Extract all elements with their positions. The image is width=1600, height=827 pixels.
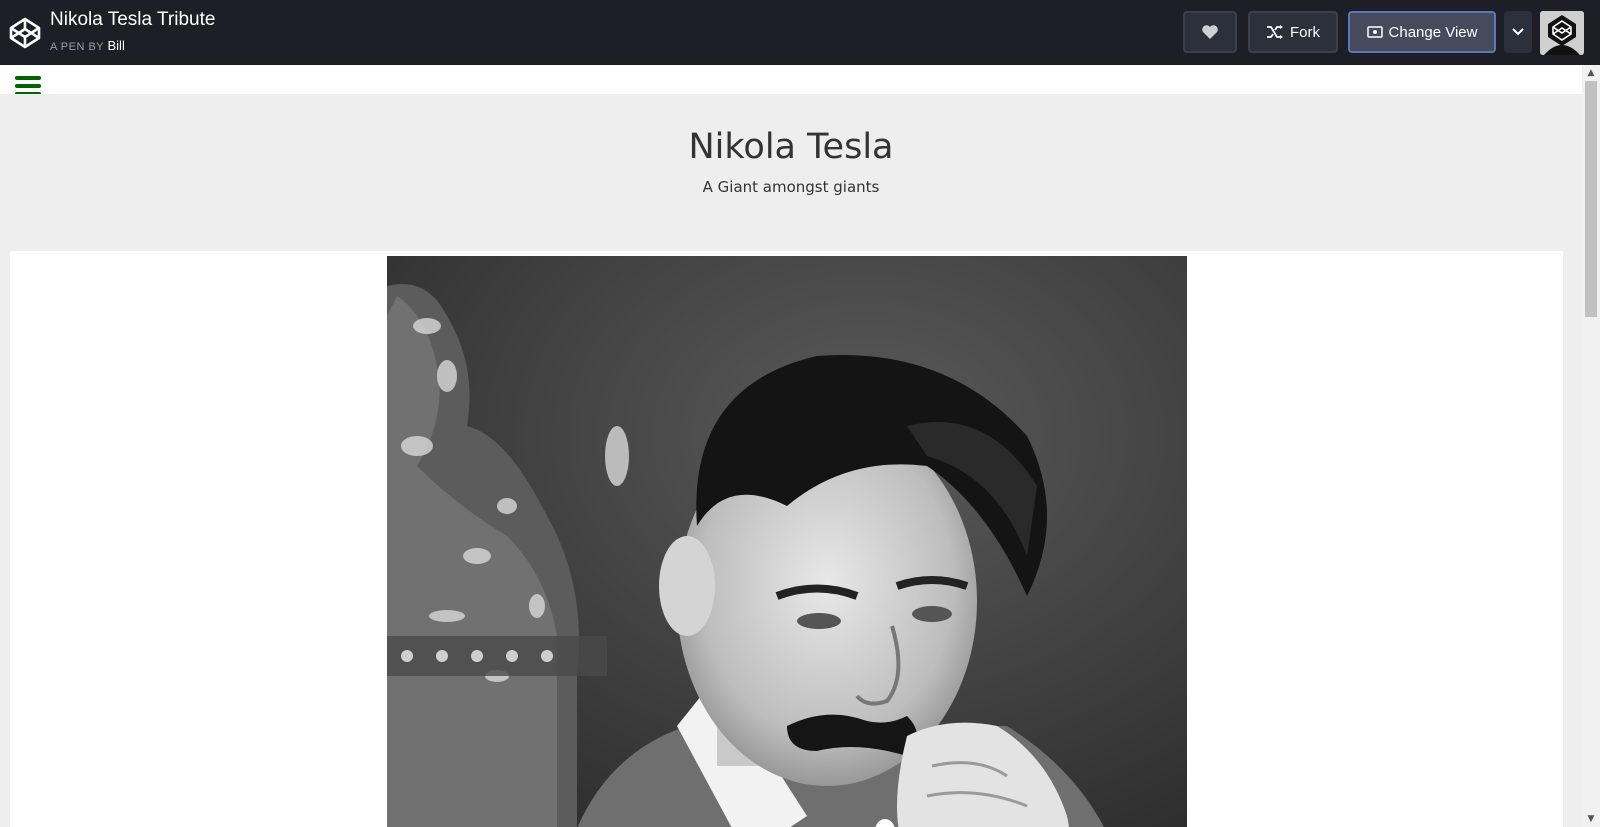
- page-title: Nikola Tesla: [688, 127, 894, 167]
- tribute-section: Nikola Tesla A Giant amongst giants: [0, 94, 1582, 827]
- user-avatar[interactable]: [1540, 11, 1584, 55]
- pen-title[interactable]: Nikola Tesla Tribute: [50, 9, 215, 31]
- scroll-up-arrow-icon[interactable]: ▲: [1582, 65, 1600, 81]
- image-card: [10, 251, 1563, 827]
- fork-button[interactable]: Fork: [1248, 11, 1338, 53]
- nav-bar: [0, 65, 1582, 96]
- scrollbar-thumb[interactable]: [1585, 81, 1597, 317]
- preview-scrollbar[interactable]: ▲ ▼: [1582, 65, 1600, 827]
- pen-author-line: A PEN BY Bill: [50, 38, 125, 53]
- change-view-button[interactable]: Change View: [1348, 11, 1496, 53]
- author-link[interactable]: Bill: [108, 38, 125, 53]
- change-view-label: Change View: [1388, 23, 1478, 41]
- chevron-down-icon: [1512, 28, 1524, 36]
- tesla-portrait-image: [387, 256, 1187, 827]
- pen-preview: Nikola Tesla A Giant amongst giants: [0, 65, 1582, 827]
- avatar-image: [1540, 11, 1584, 55]
- fork-icon: [1267, 25, 1283, 39]
- page-subtitle: A Giant amongst giants: [702, 178, 880, 196]
- heart-button[interactable]: [1183, 11, 1237, 53]
- codepen-logo-icon[interactable]: [8, 16, 42, 50]
- pen-by-prefix: A PEN BY: [50, 41, 104, 53]
- codepen-header: Nikola Tesla Tribute A PEN BY Bill Fork …: [0, 0, 1600, 65]
- change-view-icon: [1366, 26, 1383, 38]
- heart-icon: [1202, 25, 1218, 39]
- scroll-down-arrow-icon[interactable]: ▼: [1582, 811, 1600, 827]
- portrait-photo: [387, 256, 1187, 827]
- fork-label: Fork: [1290, 23, 1320, 41]
- more-options-button[interactable]: [1504, 11, 1532, 53]
